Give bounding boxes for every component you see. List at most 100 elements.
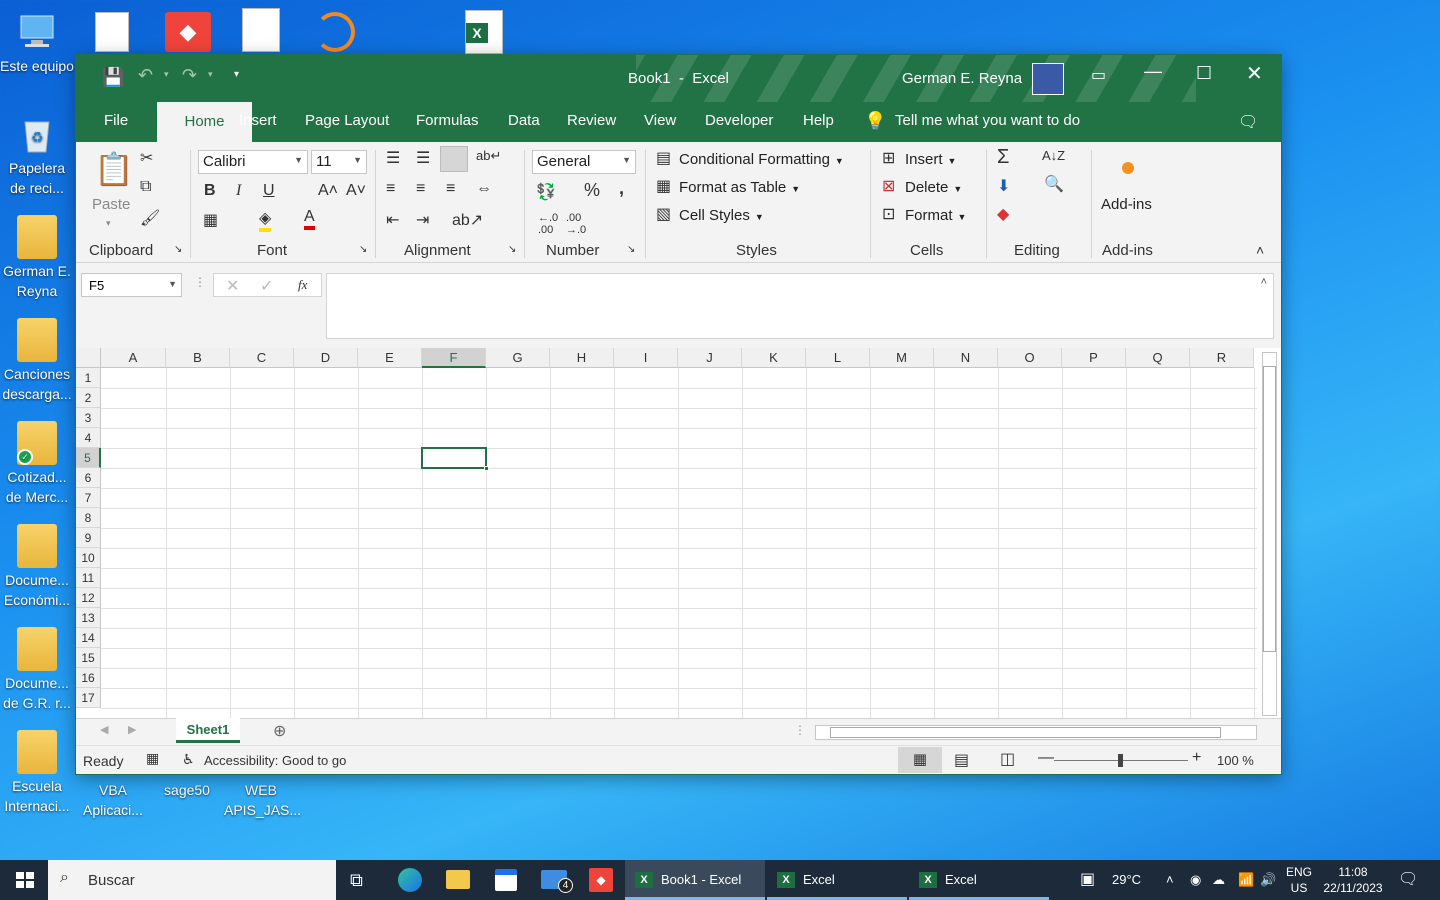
tab-data[interactable]: Data <box>508 112 540 129</box>
top-align-icon[interactable]: ☰ <box>386 148 400 168</box>
paste-icon[interactable]: 📋 <box>94 150 134 188</box>
tab-review[interactable]: Review <box>567 112 616 129</box>
avatar[interactable] <box>1032 63 1064 95</box>
anydesk-icon[interactable]: ◆ <box>165 12 211 52</box>
format-cells-button[interactable]: Format ▼ <box>905 207 966 224</box>
clipboard-launcher-icon[interactable]: ↘ <box>174 244 182 255</box>
row-header[interactable]: 5 <box>76 448 101 468</box>
split-handle-icon[interactable]: ⋮ <box>794 723 806 737</box>
row-header[interactable]: 3 <box>76 408 101 428</box>
normal-view-button[interactable]: ▦ <box>898 747 942 773</box>
font-color-icon[interactable]: A <box>304 208 315 230</box>
column-header[interactable]: L <box>806 348 870 368</box>
prev-sheet-icon[interactable]: ◀ <box>100 723 108 736</box>
increase-decimal-icon[interactable]: ←.0.00 <box>538 212 558 236</box>
new-sheet-icon[interactable]: ⊕ <box>273 721 286 741</box>
collapse-ribbon-icon[interactable]: ˄ <box>1256 242 1264 258</box>
row-header[interactable]: 6 <box>76 468 101 488</box>
zoom-in-icon[interactable]: + <box>1192 749 1201 767</box>
show-hidden-icons-icon[interactable]: ˄ <box>1166 860 1174 900</box>
desktop-icon-vba[interactable]: VBA Aplicaci... <box>76 780 150 820</box>
taskbar-app-book1-excel[interactable]: X Book1 - Excel <box>625 860 765 900</box>
column-header[interactable]: C <box>230 348 294 368</box>
clock[interactable]: 11:08 22/11/2023 <box>1320 864 1386 896</box>
ribbon-display-options-icon[interactable]: ▭ <box>1091 65 1106 85</box>
desktop-icon-cotizad[interactable]: ✓ Cotizad... de Merc... <box>0 421 74 507</box>
fill-color-icon[interactable]: ◈ <box>259 208 272 232</box>
italic-icon[interactable]: I <box>236 182 241 200</box>
row-header[interactable]: 4 <box>76 428 101 448</box>
tab-file[interactable]: File <box>104 112 128 129</box>
redo-dropdown-icon[interactable]: ▾ <box>208 69 213 80</box>
undo-icon[interactable]: ↶ <box>138 65 153 86</box>
wrap-text-icon[interactable]: ab↵ <box>476 148 501 164</box>
row-header[interactable]: 14 <box>76 628 101 648</box>
vertical-scroll-thumb[interactable] <box>1263 366 1276 652</box>
delete-cells-button[interactable]: Delete ▼ <box>905 179 962 196</box>
column-header[interactable]: K <box>742 348 806 368</box>
row-header[interactable]: 15 <box>76 648 101 668</box>
accessibility-status[interactable]: Accessibility: Good to go <box>204 753 346 768</box>
insert-cells-button[interactable]: Insert ▼ <box>905 151 956 168</box>
row-header[interactable]: 12 <box>76 588 101 608</box>
font-size-combo[interactable]: 11 ▼ <box>311 150 367 174</box>
weather-temp[interactable]: 29°C <box>1112 860 1141 900</box>
row-header[interactable]: 9 <box>76 528 101 548</box>
underline-icon[interactable]: U <box>263 182 275 200</box>
row-header[interactable]: 10 <box>76 548 101 568</box>
fill-handle[interactable] <box>484 466 489 471</box>
row-header[interactable]: 16 <box>76 668 101 688</box>
name-box[interactable]: F5 ▼ <box>81 273 182 297</box>
column-header[interactable]: E <box>358 348 422 368</box>
weather-icon[interactable]: ▣ <box>1080 860 1095 900</box>
copy-icon[interactable]: ⧉ <box>140 178 151 196</box>
undo-dropdown-icon[interactable]: ▾ <box>164 69 169 80</box>
row-header[interactable]: 17 <box>76 688 101 708</box>
clear-icon[interactable]: ◆ <box>997 204 1009 224</box>
notifications-icon[interactable]: 🗨 <box>1398 860 1418 900</box>
align-right-icon[interactable]: ≡ <box>446 180 455 198</box>
onedrive-icon[interactable]: ☁ <box>1212 860 1225 900</box>
tab-insert[interactable]: Insert <box>239 112 277 129</box>
taskbar-app-excel-1[interactable]: X Excel <box>767 860 907 900</box>
file-explorer-icon[interactable] <box>446 870 470 889</box>
tab-page-layout[interactable]: Page Layout <box>305 112 389 129</box>
anydesk-taskbar-icon[interactable]: ◆ <box>589 868 613 892</box>
number-format-combo[interactable]: General ▼ <box>532 150 636 174</box>
desktop-icon-docume-economi[interactable]: Docume... Económi... <box>0 524 74 610</box>
increase-indent-icon[interactable]: ⇥ <box>416 210 429 230</box>
store-icon[interactable] <box>495 869 517 891</box>
column-header[interactable]: M <box>870 348 934 368</box>
zoom-slider[interactable] <box>1054 754 1188 767</box>
row-header[interactable]: 7 <box>76 488 101 508</box>
desktop-icon-sage50[interactable]: sage50 <box>150 780 224 800</box>
desktop-app-icon[interactable] <box>315 12 355 52</box>
percent-style-icon[interactable]: % <box>584 180 600 201</box>
zoom-slider-thumb[interactable] <box>1118 754 1123 767</box>
orientation-icon[interactable]: ab↗ <box>452 210 483 230</box>
row-header[interactable]: 11 <box>76 568 101 588</box>
close-icon[interactable]: ✕ <box>1246 61 1263 86</box>
column-header[interactable]: J <box>678 348 742 368</box>
column-header[interactable]: Q <box>1126 348 1190 368</box>
volume-icon[interactable]: 🔊 <box>1260 860 1276 900</box>
bold-icon[interactable]: B <box>204 182 216 200</box>
taskbar-search[interactable]: ⌕ Buscar <box>48 860 336 900</box>
formula-input[interactable]: ˄ <box>326 273 1274 339</box>
find-select-icon[interactable]: 🔍 <box>1044 174 1064 194</box>
paste-button[interactable]: Paste <box>92 196 130 213</box>
increase-font-icon[interactable]: A˄ <box>318 182 338 200</box>
desktop-icon-canciones[interactable]: Canciones descarga... <box>0 318 74 404</box>
task-view-icon[interactable]: ⧉ <box>350 860 363 900</box>
desktop-icon-escuela[interactable]: Escuela Internaci... <box>0 730 74 816</box>
tab-formulas[interactable]: Formulas <box>416 112 479 129</box>
autosum-icon[interactable]: Σ <box>997 146 1009 169</box>
tell-me-search[interactable]: Tell me what you want to do <box>895 112 1080 129</box>
selected-cell[interactable] <box>421 447 487 469</box>
align-left-icon[interactable]: ≡ <box>386 180 395 198</box>
tab-home[interactable]: Home <box>157 102 252 142</box>
column-header[interactable]: B <box>166 348 230 368</box>
collapse-formula-bar-icon[interactable]: ˄ <box>1261 276 1267 288</box>
more-dots-icon[interactable]: ⋮ <box>194 275 206 289</box>
desktop-icon-web-apis[interactable]: WEB APIS_JAS... <box>224 780 301 820</box>
